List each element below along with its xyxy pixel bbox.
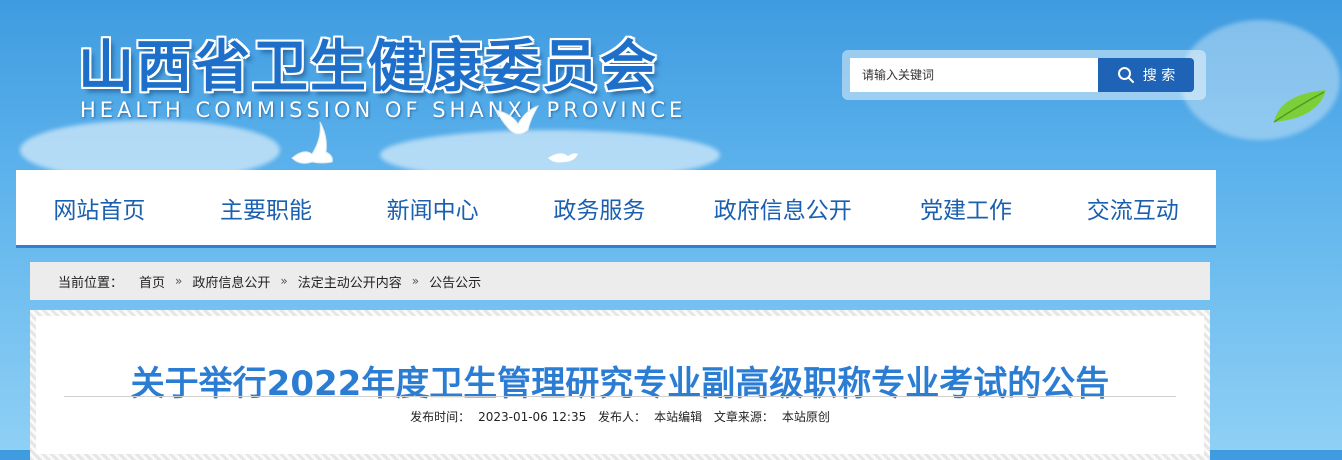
nav-item-party-building[interactable]: 党建工作 (883, 170, 1050, 245)
search-button-label: 搜 索 (1142, 68, 1176, 84)
breadcrumb-item-announcements[interactable]: 公告公示 (429, 272, 481, 291)
nav-item-services[interactable]: 政务服务 (516, 170, 683, 245)
title-divider (64, 396, 1176, 397)
breadcrumb-separator: » (280, 274, 288, 288)
breadcrumb-item-info-disclosure[interactable]: 政府信息公开 (192, 272, 270, 291)
dove-icon (291, 121, 333, 164)
site-header: 山西省卫生健康委员会 HEALTH COMMISSION OF SHANXI P… (0, 0, 1342, 180)
nav-item-functions[interactable]: 主要职能 (183, 170, 350, 245)
leaf-icon (1273, 90, 1326, 123)
publisher: 本站编辑 (654, 410, 703, 424)
magnifier-icon (1117, 67, 1134, 83)
site-subtitle: HEALTH COMMISSION OF SHANXI PROVINCE (80, 98, 687, 122)
published-label: 发布时间： (410, 410, 471, 424)
breadcrumb-separator: » (175, 274, 183, 288)
article-container: 关于举行2022年度卫生管理研究专业副高级职称专业考试的公告 发布时间： 2023… (30, 310, 1210, 460)
site-title: 山西省卫生健康委员会 (78, 35, 658, 100)
publisher-label: 发布人： (598, 410, 647, 424)
search-button[interactable]: 搜 索 (1098, 58, 1194, 92)
source-label: 文章来源： (713, 410, 774, 424)
search-input[interactable] (850, 58, 1098, 92)
nav-item-news[interactable]: 新闻中心 (349, 170, 516, 245)
search-box: 搜 索 (842, 50, 1206, 100)
nav-item-home[interactable]: 网站首页 (16, 170, 183, 245)
main-nav: 网站首页 主要职能 新闻中心 政务服务 政府信息公开 党建工作 交流互动 (16, 170, 1216, 248)
breadcrumb-item-home[interactable]: 首页 (139, 272, 165, 291)
published-date: 2023-01-06 12:35 (478, 410, 587, 424)
breadcrumb-item-statutory-content[interactable]: 法定主动公开内容 (298, 272, 402, 291)
source: 本站原创 (781, 410, 830, 424)
nav-item-info-disclosure[interactable]: 政府信息公开 (683, 170, 883, 245)
article-meta: 发布时间： 2023-01-06 12:35 发布人： 本站编辑 文章来源： 本站原创 (36, 408, 1204, 425)
breadcrumb: 当前位置： 首页 » 政府信息公开 » 法定主动公开内容 » 公告公示 (30, 262, 1210, 300)
article-title: 关于举行2022年度卫生管理研究专业副高级职称专业考试的公告 (130, 364, 1110, 404)
nav-item-interaction[interactable]: 交流互动 (1049, 170, 1216, 245)
breadcrumb-separator: » (411, 274, 420, 288)
breadcrumb-label: 当前位置： (58, 275, 124, 291)
dove-icon (495, 105, 540, 135)
dove-icon (548, 153, 578, 163)
